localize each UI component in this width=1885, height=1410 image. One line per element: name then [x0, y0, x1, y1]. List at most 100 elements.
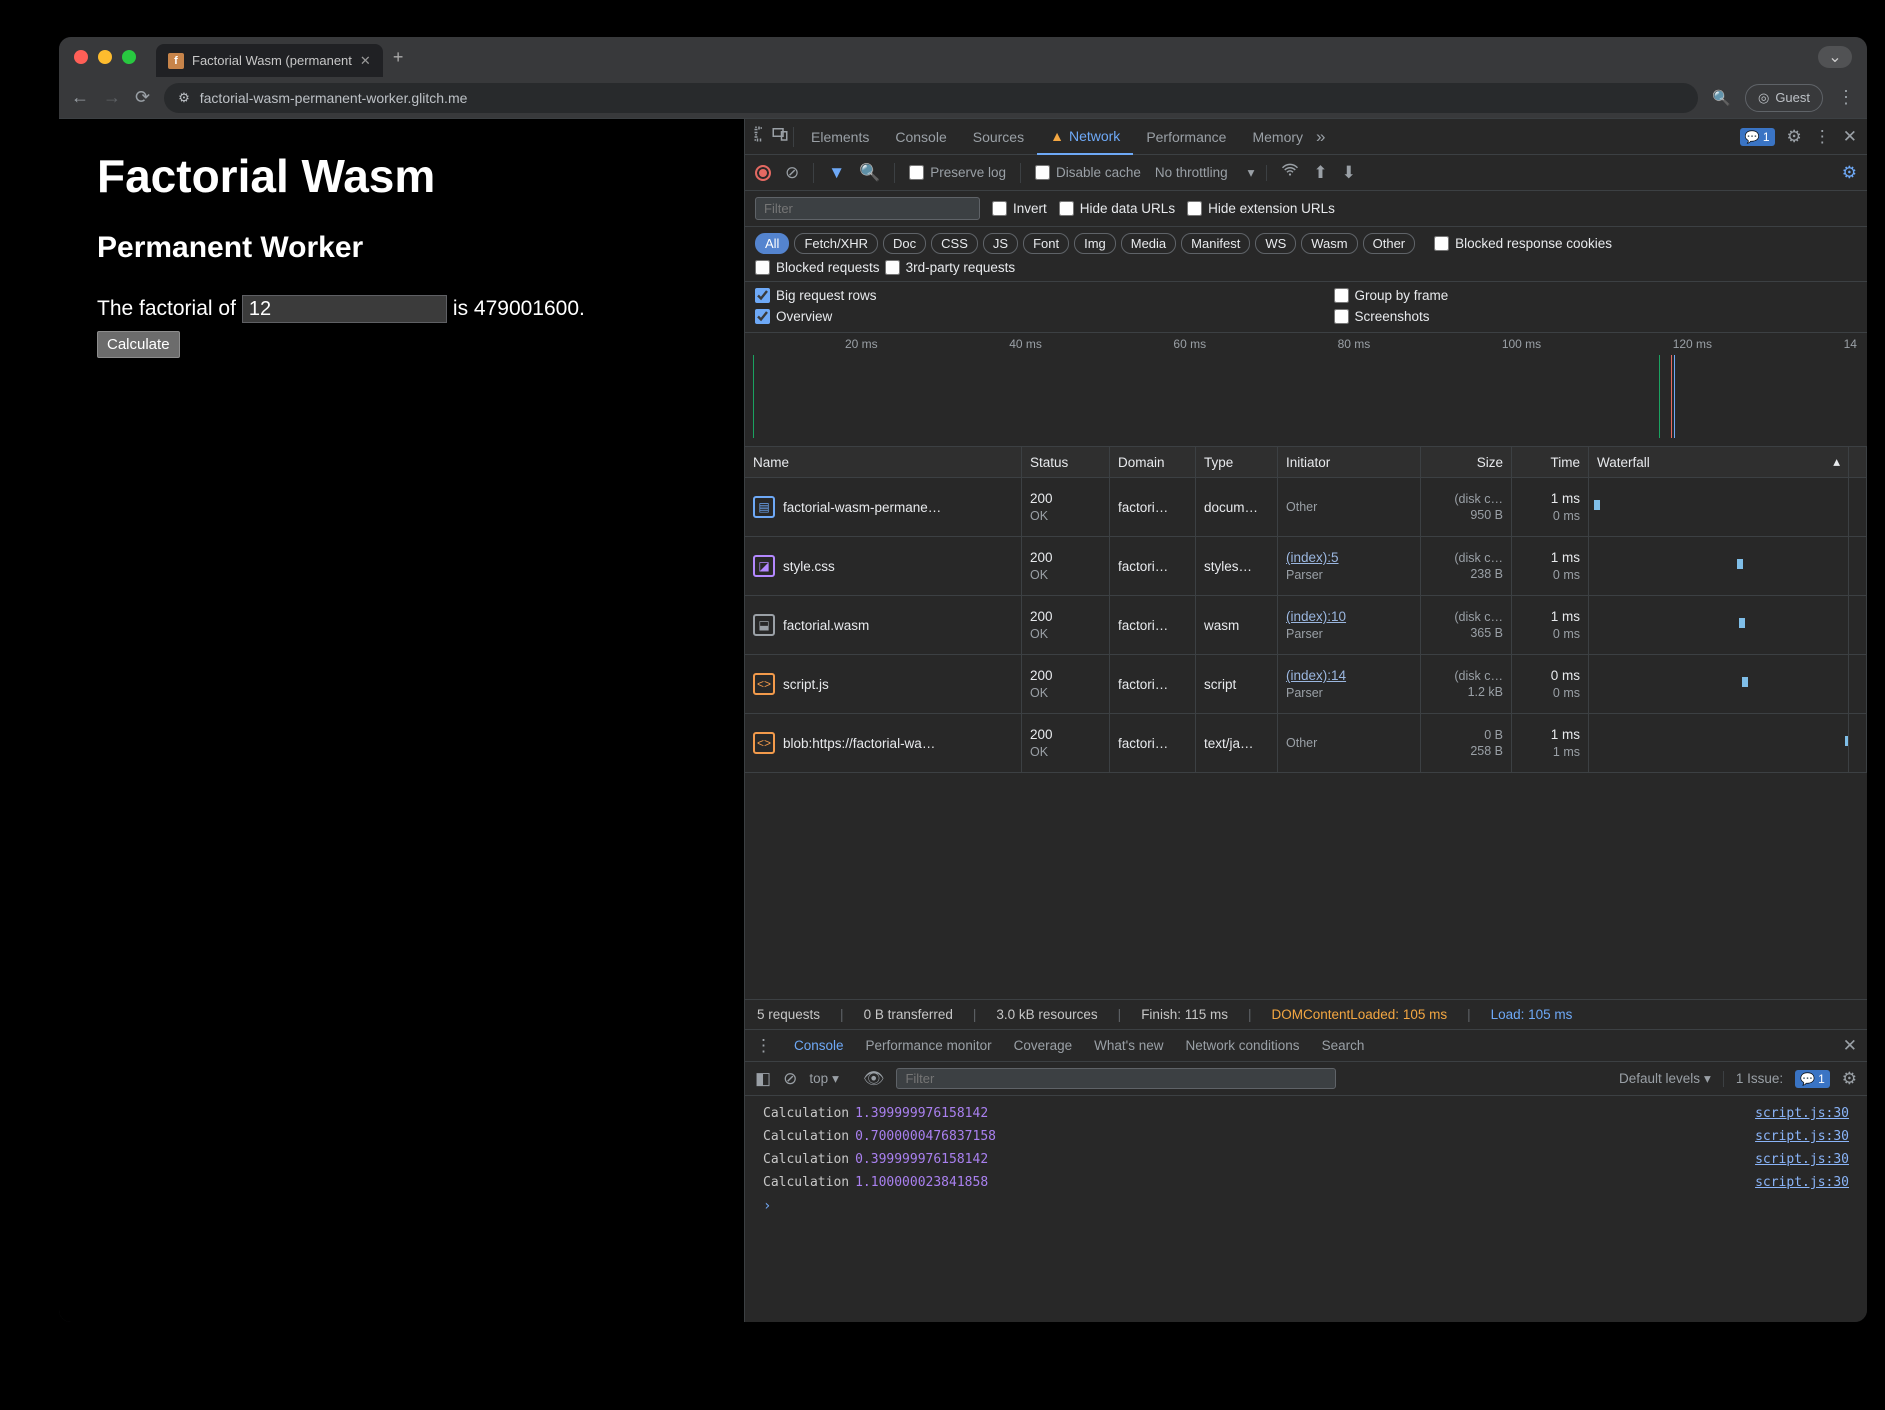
overview-checkbox[interactable]: Overview: [755, 309, 832, 324]
preserve-log-checkbox[interactable]: Preserve log: [909, 165, 1006, 180]
issue-chip[interactable]: 💬1: [1795, 1070, 1830, 1088]
initiator-cell[interactable]: Other: [1278, 478, 1421, 537]
initiator-cell[interactable]: (index):14Parser: [1278, 655, 1421, 714]
console-sidebar-toggle[interactable]: ◧: [755, 1069, 771, 1089]
console-log-line[interactable]: Calculation1.100000023841858script.js:30: [745, 1171, 1867, 1194]
new-tab-button[interactable]: +: [393, 47, 404, 68]
zoom-icon[interactable]: 🔍: [1712, 89, 1731, 107]
drawer-tab-perfmon[interactable]: Performance monitor: [866, 1038, 992, 1053]
filter-pill-js[interactable]: JS: [983, 233, 1018, 254]
tab-elements[interactable]: Elements: [798, 119, 882, 155]
third-party-checkbox[interactable]: 3rd-party requests: [885, 260, 1016, 275]
group-frame-checkbox[interactable]: Group by frame: [1334, 288, 1449, 303]
tab-console[interactable]: Console: [882, 119, 959, 155]
col-size[interactable]: Size: [1421, 447, 1512, 478]
console-clear-button[interactable]: ⊘: [783, 1069, 797, 1089]
initiator-cell[interactable]: (index):5Parser: [1278, 537, 1421, 596]
console-settings-icon[interactable]: ⚙: [1842, 1069, 1857, 1089]
drawer-tab-coverage[interactable]: Coverage: [1014, 1038, 1073, 1053]
initiator-cell[interactable]: Other: [1278, 714, 1421, 773]
forward-button[interactable]: →: [103, 87, 121, 108]
window-close-button[interactable]: [74, 50, 88, 64]
filter-pill-css[interactable]: CSS: [931, 233, 978, 254]
tab-memory[interactable]: Memory: [1239, 119, 1316, 155]
more-tabs-button[interactable]: »: [1316, 127, 1325, 147]
screenshots-checkbox[interactable]: Screenshots: [1334, 309, 1430, 324]
reload-button[interactable]: ⟳: [135, 87, 150, 108]
drawer-menu-button[interactable]: ⋮: [755, 1036, 772, 1056]
issues-chip[interactable]: 💬1: [1740, 128, 1775, 146]
request-name-cell[interactable]: <>script.js: [745, 655, 1022, 714]
drawer-tab-console[interactable]: Console: [794, 1038, 844, 1053]
console-log-line[interactable]: Calculation0.399999976158142script.js:30: [745, 1148, 1867, 1171]
back-button[interactable]: ←: [71, 87, 89, 108]
filter-pill-manifest[interactable]: Manifest: [1181, 233, 1250, 254]
window-minimize-button[interactable]: [98, 50, 112, 64]
tab-network[interactable]: ▲Network: [1037, 119, 1133, 155]
filter-input[interactable]: [755, 197, 980, 220]
disable-cache-checkbox[interactable]: Disable cache: [1035, 165, 1141, 180]
device-toggle-icon[interactable]: [771, 125, 789, 148]
calculate-button[interactable]: Calculate: [97, 331, 180, 358]
log-source-link[interactable]: script.js:30: [1755, 1152, 1849, 1167]
request-name-cell[interactable]: ▤factorial-wasm-permane…: [745, 478, 1022, 537]
filter-toggle-icon[interactable]: ▼: [828, 163, 845, 183]
request-name-cell[interactable]: ⬓factorial.wasm: [745, 596, 1022, 655]
console-prompt[interactable]: ›: [745, 1194, 1867, 1218]
live-expression-icon[interactable]: 👁: [863, 1069, 885, 1089]
record-button[interactable]: [755, 165, 771, 181]
settings-icon[interactable]: ⚙: [1787, 127, 1802, 147]
address-bar[interactable]: ⚙ factorial-wasm-permanent-worker.glitch…: [164, 83, 1698, 113]
tab-sources[interactable]: Sources: [960, 119, 1037, 155]
log-source-link[interactable]: script.js:30: [1755, 1106, 1849, 1121]
filter-pill-font[interactable]: Font: [1023, 233, 1069, 254]
console-log-line[interactable]: Calculation1.399999976158142script.js:30: [745, 1102, 1867, 1125]
initiator-cell[interactable]: (index):10Parser: [1278, 596, 1421, 655]
blocked-requests-checkbox[interactable]: Blocked requests: [755, 260, 880, 275]
invert-checkbox[interactable]: Invert: [992, 201, 1047, 216]
network-conditions-icon[interactable]: [1281, 161, 1299, 184]
devtools-menu-button[interactable]: ⋮: [1814, 127, 1831, 147]
clear-button[interactable]: ⊘: [785, 163, 799, 183]
search-icon[interactable]: 🔍: [859, 163, 880, 183]
log-source-link[interactable]: script.js:30: [1755, 1129, 1849, 1144]
drawer-close-button[interactable]: ✕: [1843, 1036, 1857, 1056]
request-name-cell[interactable]: ◪style.css: [745, 537, 1022, 596]
upload-har-icon[interactable]: ⬆: [1313, 163, 1327, 183]
tab-performance[interactable]: Performance: [1133, 119, 1239, 155]
blocked-cookies-checkbox[interactable]: Blocked response cookies: [1434, 236, 1612, 251]
request-name-cell[interactable]: <>blob:https://factorial-wa…: [745, 714, 1022, 773]
window-maximize-button[interactable]: [122, 50, 136, 64]
filter-pill-doc[interactable]: Doc: [883, 233, 926, 254]
filter-pill-wasm[interactable]: Wasm: [1301, 233, 1357, 254]
filter-pill-media[interactable]: Media: [1121, 233, 1176, 254]
drawer-tab-search[interactable]: Search: [1322, 1038, 1365, 1053]
devtools-close-button[interactable]: ✕: [1843, 127, 1857, 147]
context-select[interactable]: top ▾: [809, 1071, 851, 1087]
col-name[interactable]: Name: [745, 447, 1022, 478]
console-filter-input[interactable]: [896, 1068, 1336, 1089]
log-source-link[interactable]: script.js:30: [1755, 1175, 1849, 1190]
filter-pill-ws[interactable]: WS: [1255, 233, 1296, 254]
browser-tab[interactable]: f Factorial Wasm (permanent ✕: [156, 44, 383, 77]
overview-timeline[interactable]: 20 ms40 ms60 ms80 ms100 ms120 ms14: [745, 332, 1867, 447]
network-settings-icon[interactable]: ⚙: [1842, 163, 1857, 183]
site-settings-icon[interactable]: ⚙: [178, 90, 190, 106]
col-domain[interactable]: Domain: [1110, 447, 1196, 478]
filter-pill-img[interactable]: Img: [1074, 233, 1116, 254]
console-log-line[interactable]: Calculation0.7000000476837158script.js:3…: [745, 1125, 1867, 1148]
big-rows-checkbox[interactable]: Big request rows: [755, 288, 877, 303]
tab-close-button[interactable]: ✕: [360, 53, 371, 69]
download-har-icon[interactable]: ⬇: [1342, 163, 1356, 183]
browser-menu-button[interactable]: ⋮: [1837, 87, 1855, 108]
profile-badge[interactable]: ◎ Guest: [1745, 84, 1823, 112]
col-waterfall[interactable]: Waterfall▴: [1589, 447, 1849, 478]
throttling-select[interactable]: No throttling▾: [1155, 165, 1268, 181]
col-initiator[interactable]: Initiator: [1278, 447, 1421, 478]
inspect-icon[interactable]: [753, 125, 771, 148]
drawer-tab-netcond[interactable]: Network conditions: [1186, 1038, 1300, 1053]
hide-ext-urls-checkbox[interactable]: Hide extension URLs: [1187, 201, 1335, 216]
filter-pill-other[interactable]: Other: [1363, 233, 1416, 254]
filter-pill-fetchxhr[interactable]: Fetch/XHR: [794, 233, 878, 254]
col-type[interactable]: Type: [1196, 447, 1278, 478]
